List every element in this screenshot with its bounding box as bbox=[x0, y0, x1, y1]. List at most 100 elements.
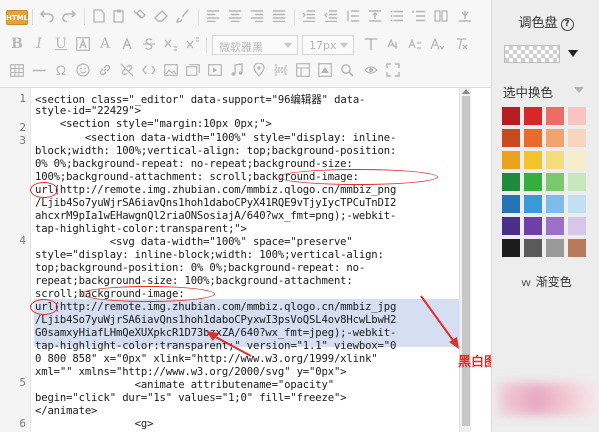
color-swatch[interactable] bbox=[502, 129, 520, 147]
text-direction-icon[interactable] bbox=[362, 35, 380, 53]
color-swatch[interactable] bbox=[524, 129, 542, 147]
current-color-swatch[interactable] bbox=[504, 45, 560, 63]
columns-icon[interactable] bbox=[432, 7, 450, 25]
font-size-select[interactable]: 17px bbox=[302, 35, 354, 55]
code-line[interactable]: <g> bbox=[35, 418, 154, 430]
bold-icon[interactable]: B bbox=[8, 35, 26, 53]
paste-icon[interactable] bbox=[110, 7, 128, 25]
list-icon[interactable] bbox=[388, 7, 406, 25]
align-bottom-icon[interactable] bbox=[456, 7, 474, 25]
code-line[interactable]: url(http://remote.img.zhubian.com/mmbiz.… bbox=[35, 301, 396, 313]
multi-image-icon[interactable] bbox=[184, 61, 202, 79]
color-swatch[interactable] bbox=[524, 195, 542, 213]
align-right-icon[interactable] bbox=[248, 7, 266, 25]
color-swatch[interactable] bbox=[524, 151, 542, 169]
color-swatch[interactable] bbox=[502, 107, 520, 125]
superscript-icon[interactable] bbox=[184, 35, 202, 53]
code-line[interactable]: tap-highlight-color:transparent;" versio… bbox=[35, 340, 396, 352]
code-line[interactable]: top;background-position: 0% 0%;backgroun… bbox=[35, 262, 365, 274]
align-justify-icon[interactable] bbox=[270, 7, 288, 25]
horizontal-rule-icon[interactable] bbox=[30, 61, 48, 79]
scroll-up-arrow-icon[interactable] bbox=[462, 89, 470, 94]
color-swatch[interactable] bbox=[502, 217, 520, 235]
code-line[interactable]: 0 800 858" x="0px" xlink="http://www.w3.… bbox=[35, 353, 378, 365]
code-icon[interactable] bbox=[140, 61, 158, 79]
color-swatch[interactable] bbox=[568, 217, 586, 235]
special-char-icon[interactable]: Ω bbox=[52, 61, 70, 79]
case-icon[interactable] bbox=[406, 35, 424, 53]
color-swatch[interactable] bbox=[546, 239, 564, 257]
map-icon[interactable] bbox=[250, 61, 268, 79]
music-icon[interactable] bbox=[228, 61, 246, 79]
gradient-button[interactable]: ∨∨ 渐变色 bbox=[492, 273, 599, 290]
align-center-icon[interactable] bbox=[226, 7, 244, 25]
chevron-down-icon[interactable] bbox=[568, 50, 578, 57]
color-swatch[interactable] bbox=[568, 195, 586, 213]
template-icon[interactable] bbox=[294, 61, 312, 79]
font-size-down-icon[interactable] bbox=[428, 35, 446, 53]
code-line[interactable]: <section data-width="100%" style="displa… bbox=[35, 132, 397, 144]
clear-format-icon[interactable] bbox=[452, 35, 470, 53]
code-line[interactable]: <animate attributename="opacity" bbox=[35, 379, 334, 391]
brush-icon[interactable] bbox=[174, 7, 192, 25]
outdent-icon[interactable] bbox=[322, 7, 340, 25]
code-line[interactable]: /Ljib4So7yuWjrSA6iavQns1hoh1daboCPyX41RQ… bbox=[35, 197, 396, 209]
subscript-icon[interactable] bbox=[162, 35, 180, 53]
font-color-icon[interactable]: A bbox=[96, 35, 114, 53]
indent-icon[interactable] bbox=[300, 7, 318, 25]
align-left-icon[interactable] bbox=[204, 7, 222, 25]
code-line[interactable]: 0% 0%;background-repeat: no-repeat;backg… bbox=[35, 158, 353, 170]
code-line[interactable]: /Ljib4So7yuWjrSA6iavQns1hoh1daboCPyxwI3p… bbox=[35, 314, 396, 326]
numbered-list-icon[interactable] bbox=[410, 7, 428, 25]
color-swatch[interactable] bbox=[546, 107, 564, 125]
code-line[interactable]: repeat;background-size: 100%;background-… bbox=[35, 275, 353, 287]
background-icon[interactable] bbox=[316, 61, 334, 79]
color-swatch[interactable] bbox=[502, 151, 520, 169]
line-height-icon[interactable] bbox=[344, 7, 362, 25]
preview-icon[interactable] bbox=[362, 61, 380, 79]
code-line[interactable]: <svg data-width="100%" space="preserve" bbox=[35, 236, 353, 248]
editor-scrollbar[interactable] bbox=[459, 88, 471, 432]
undo-icon[interactable] bbox=[38, 7, 56, 25]
color-swatch[interactable] bbox=[568, 151, 586, 169]
color-swatch[interactable] bbox=[502, 173, 520, 191]
scrollbar-thumb[interactable] bbox=[462, 96, 470, 426]
code-line[interactable]: ahcxrM9pIa1wEHawgnQl2riaONSosiajA/640?wx… bbox=[35, 210, 396, 222]
color-swatch[interactable] bbox=[524, 217, 542, 235]
emoji-icon[interactable] bbox=[74, 61, 92, 79]
video-icon[interactable] bbox=[206, 61, 224, 79]
color-swatch[interactable] bbox=[568, 129, 586, 147]
color-swatch[interactable] bbox=[546, 151, 564, 169]
code-line[interactable]: xml="" xmlns="http://www.w3.org/2000/svg… bbox=[35, 366, 347, 378]
redo-icon[interactable] bbox=[60, 7, 78, 25]
html-source-editor[interactable]: 1 2 3 4 5 6 <section class="_editor" dat… bbox=[0, 88, 459, 432]
underline-icon[interactable]: U bbox=[52, 35, 70, 53]
new-document-icon[interactable] bbox=[90, 7, 108, 25]
code-line[interactable]: style-id="22429"> bbox=[35, 105, 141, 117]
font-border-icon[interactable] bbox=[74, 35, 92, 53]
fullscreen-icon[interactable] bbox=[384, 61, 402, 79]
color-swatch[interactable] bbox=[546, 217, 564, 235]
code-line[interactable]: begin="click" dur="1s" values="1;0" fill… bbox=[35, 392, 347, 404]
color-swatch[interactable] bbox=[524, 239, 542, 257]
highlight-icon[interactable] bbox=[118, 35, 136, 53]
code-line[interactable]: url(http://remote.img.zhubian.com/mmbiz.… bbox=[35, 184, 396, 196]
format-painter-icon[interactable] bbox=[130, 7, 148, 25]
code-line[interactable]: </animate> bbox=[35, 405, 97, 417]
paragraph-spacing-icon[interactable] bbox=[366, 7, 384, 25]
code-line[interactable]: tap-highlight-color:transparent;"> bbox=[35, 223, 247, 235]
eraser-icon[interactable] bbox=[152, 7, 170, 25]
image-icon[interactable] bbox=[162, 61, 180, 79]
html-source-button[interactable]: HTML bbox=[6, 10, 28, 25]
color-swatch[interactable] bbox=[546, 195, 564, 213]
color-swatch[interactable] bbox=[502, 239, 520, 257]
color-swatch[interactable] bbox=[524, 173, 542, 191]
color-swatch[interactable] bbox=[568, 173, 586, 191]
strikethrough-icon[interactable] bbox=[140, 35, 158, 53]
code-line[interactable]: style="display: inline-block;width: 100%… bbox=[35, 249, 384, 261]
page-break-icon[interactable] bbox=[272, 61, 290, 79]
color-swatch[interactable] bbox=[546, 173, 564, 191]
unlink-icon[interactable] bbox=[118, 61, 136, 79]
color-swatch[interactable] bbox=[568, 239, 586, 257]
color-swatch[interactable] bbox=[546, 129, 564, 147]
